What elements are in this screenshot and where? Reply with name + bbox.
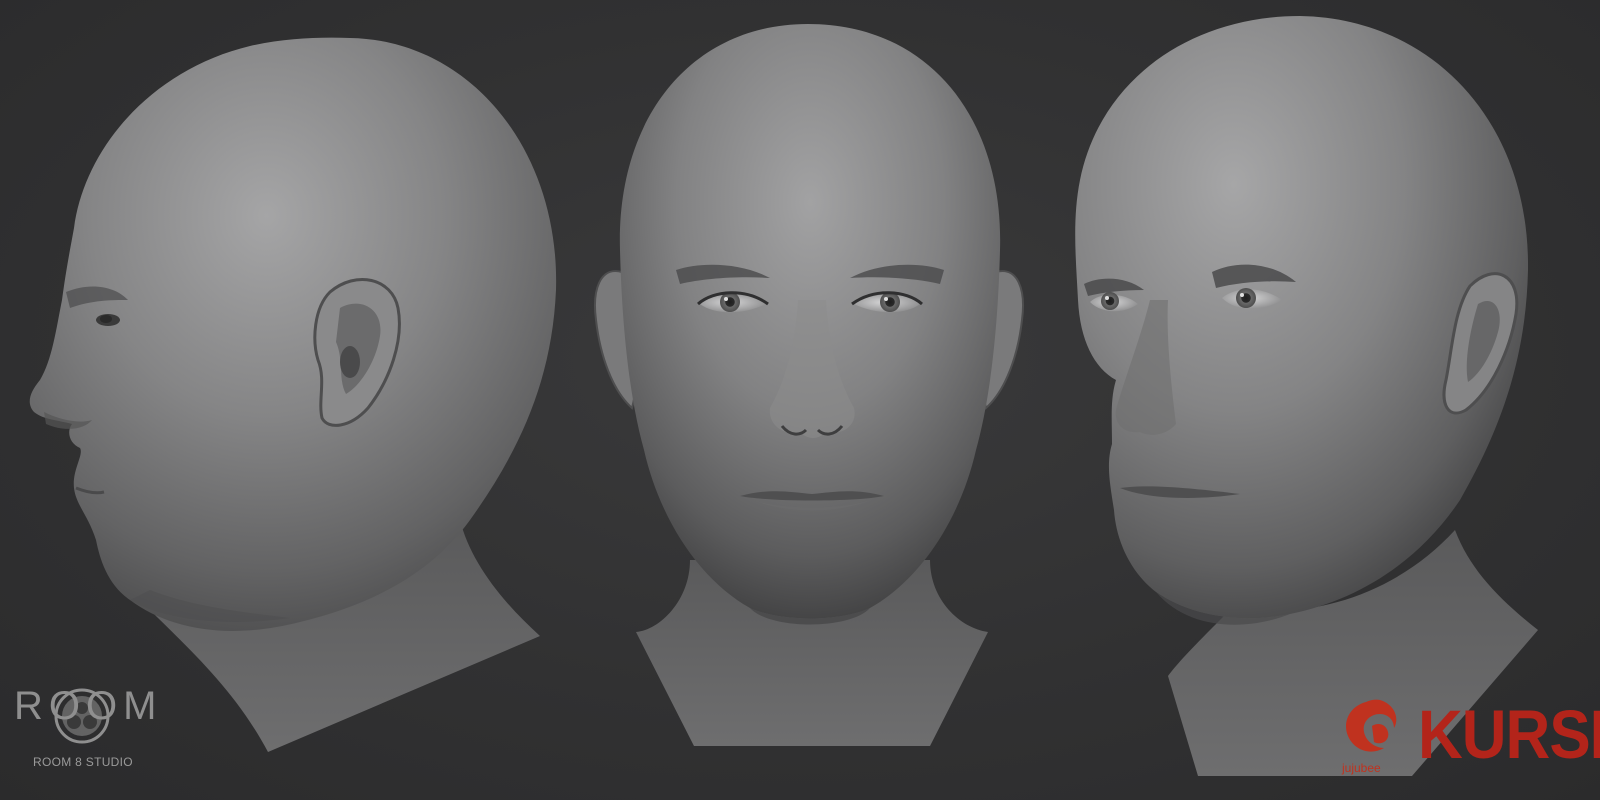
- render-canvas: ROOM ROOM 8 STUDIO jujubee KURSK: [0, 0, 1600, 800]
- head-profile-view: [29, 37, 557, 752]
- room8-subtitle: ROOM 8 STUDIO: [33, 755, 133, 769]
- profile-head: [29, 37, 557, 631]
- room8-wordmark: ROOM: [14, 684, 163, 728]
- head-front-view: [594, 24, 1024, 746]
- head-three-quarter-view: [1075, 16, 1538, 776]
- jujubee-logo: jujubee: [1341, 699, 1397, 775]
- kursk-logo: KURSK: [1418, 697, 1600, 774]
- jujubee-wordmark: jujubee: [1341, 761, 1381, 775]
- sculpt-render: [29, 16, 1538, 776]
